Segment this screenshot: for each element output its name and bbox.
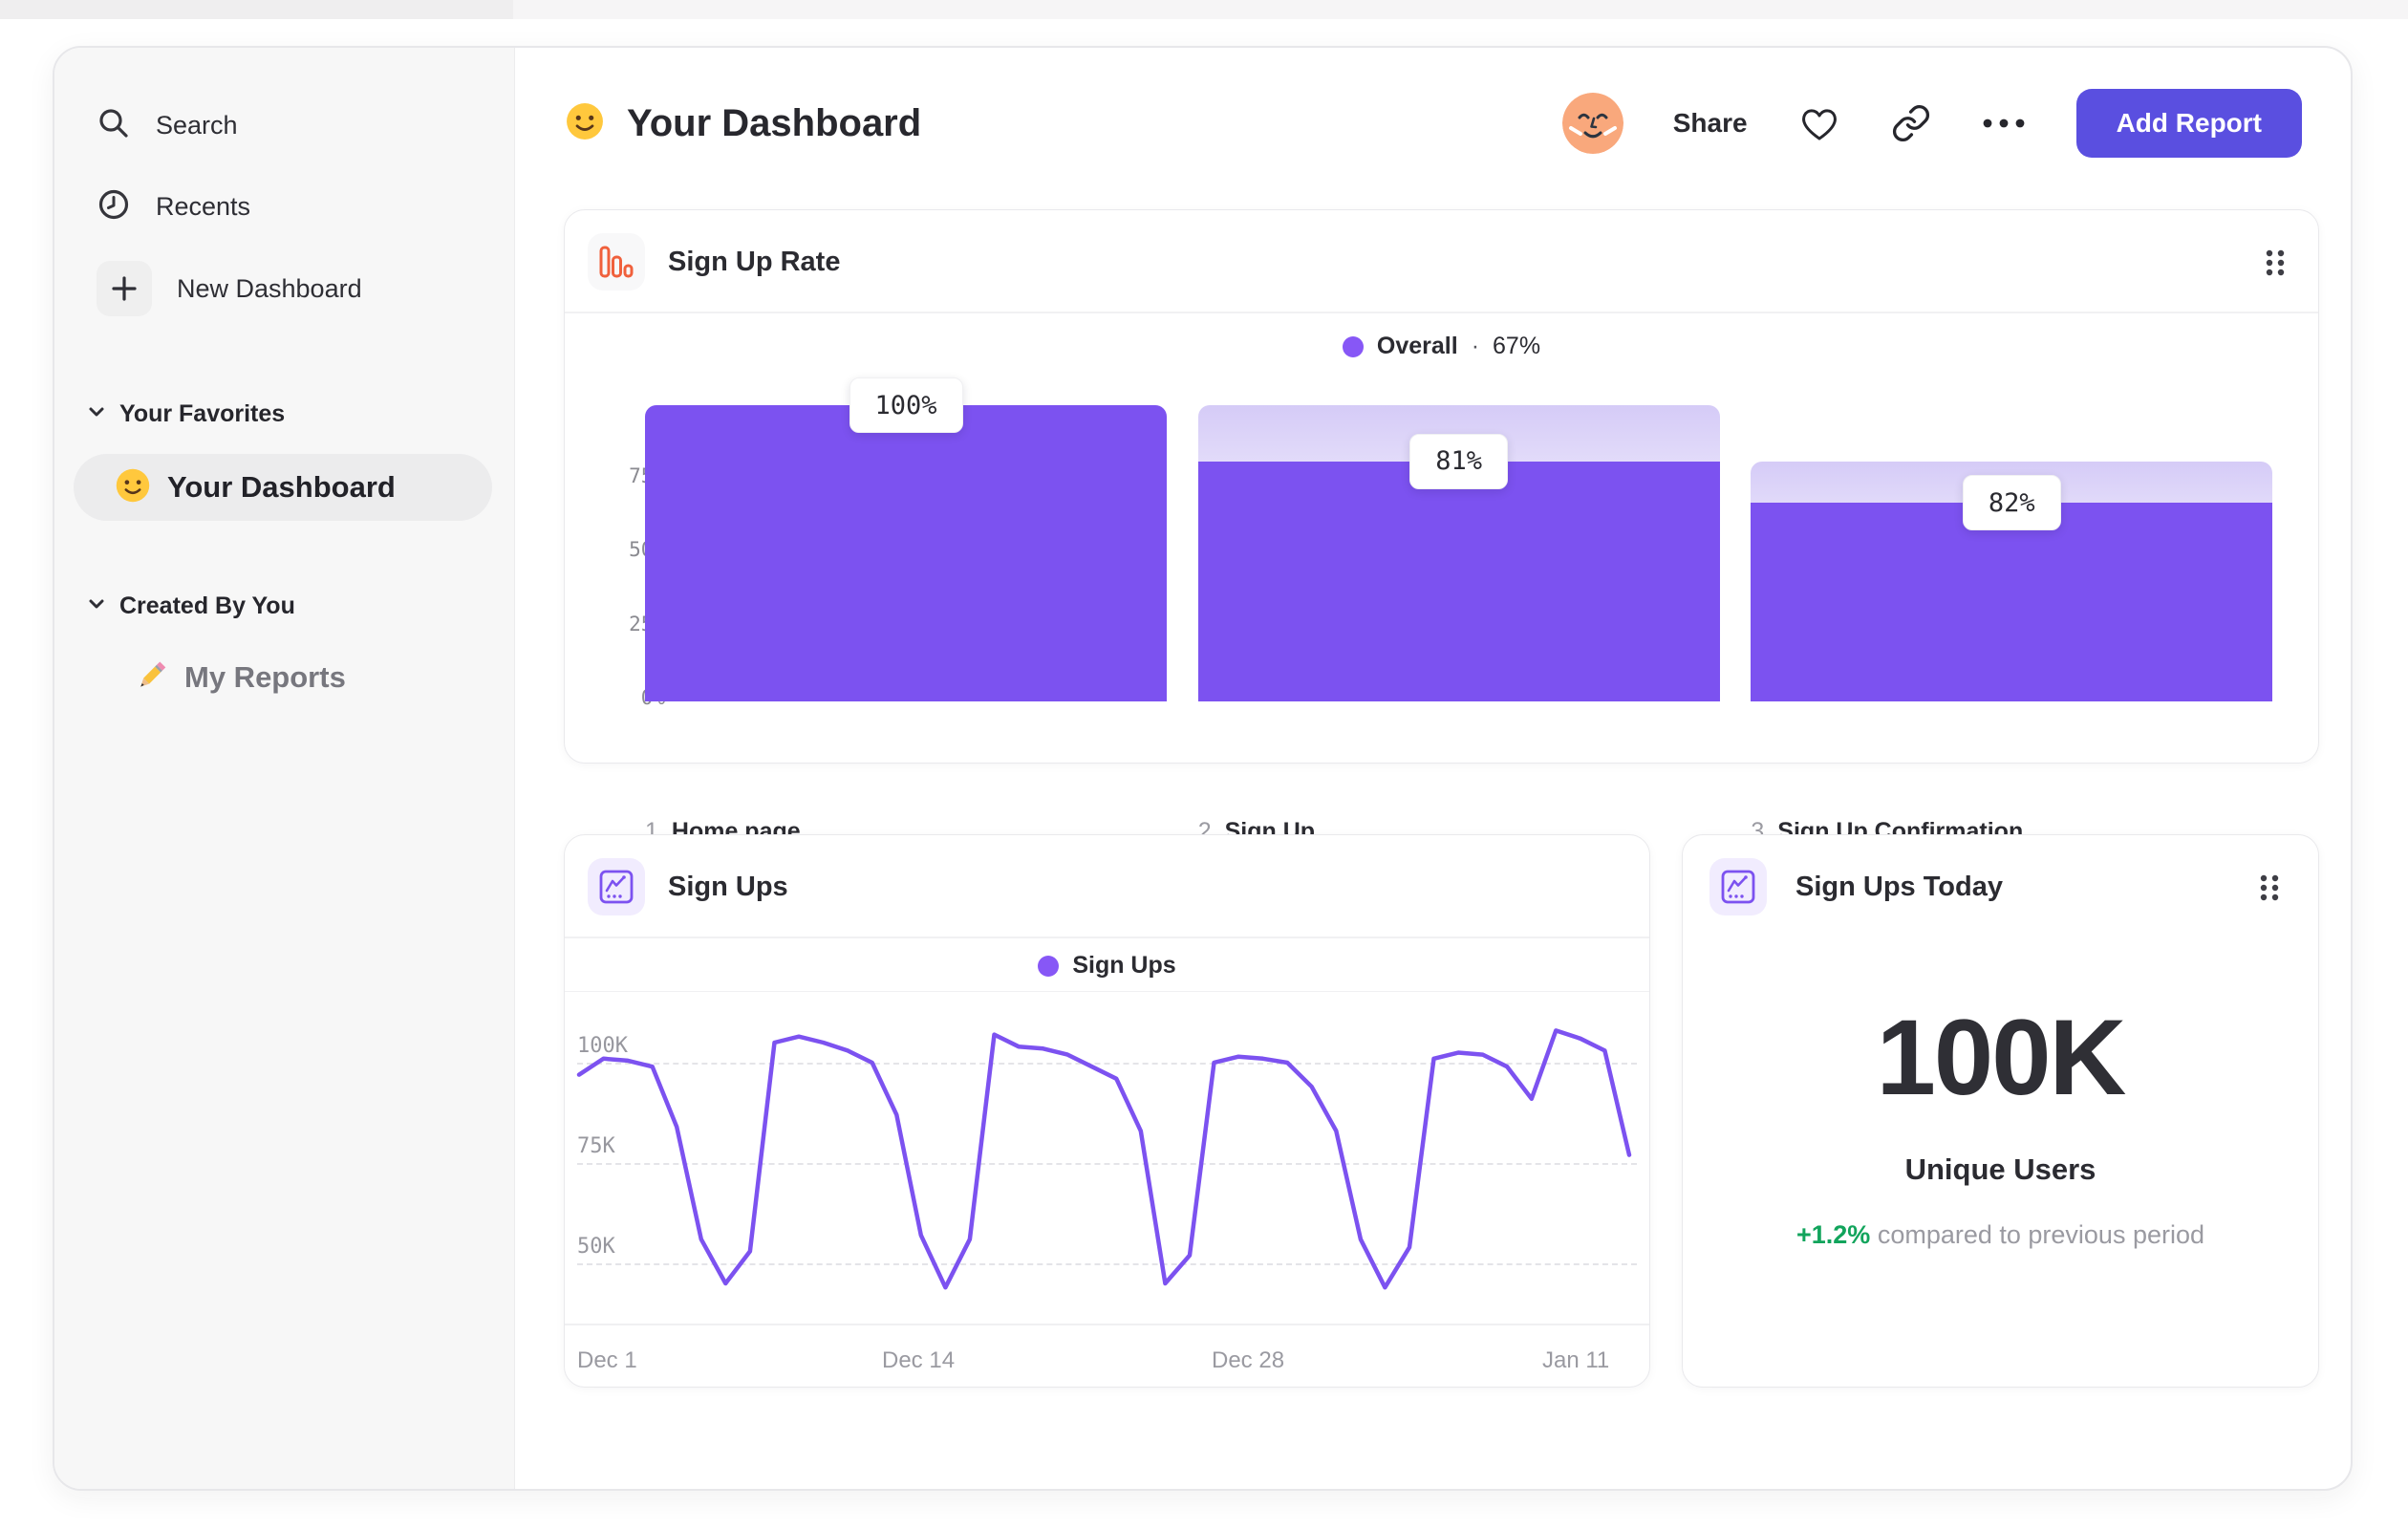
y-axis-tick: 100K	[577, 1034, 628, 1058]
delta-percentage: +1.2%	[1795, 1220, 1871, 1249]
card-title: Sign Ups	[668, 871, 788, 902]
legend-dot-icon	[1038, 955, 1060, 977]
search-icon	[97, 106, 131, 145]
app-window: Search Recents New Dashboard Your Favori…	[53, 46, 2353, 1491]
legend-label: Sign Ups	[1072, 952, 1176, 979]
sidebar-item-label: My Reports	[184, 660, 346, 694]
line-plot: 100K 75K 50K Dec 1 Dec 14 Dec 28 Jan 11	[565, 992, 1649, 1387]
metric-delta: +1.2% compared to previous period	[1683, 1220, 2318, 1250]
sidebar-item-label: Search	[156, 110, 238, 140]
pencil-emoji-icon	[133, 657, 169, 699]
sidebar-section-created-by-you[interactable]: Created By You	[87, 579, 295, 633]
sidebar-item-my-reports[interactable]: My Reports	[133, 651, 346, 704]
drag-handle-icon[interactable]	[2265, 248, 2286, 282]
section-label: Created By You	[119, 592, 295, 619]
sidebar-item-new-dashboard[interactable]: New Dashboard	[97, 261, 362, 316]
metric-label: Unique Users	[1904, 1152, 2096, 1186]
funnel-bar-container[interactable]	[645, 405, 1167, 701]
smiley-emoji-icon	[114, 466, 152, 509]
clock-icon	[97, 187, 131, 226]
page-title-group: Your Dashboard	[564, 94, 921, 153]
page-title: Your Dashboard	[627, 101, 922, 144]
sign-ups-card: Sign Ups Sign Ups 100K 75K 50K Dec 1 Dec 14 D…	[564, 834, 1650, 1388]
card-header: Sign Ups	[565, 835, 1649, 938]
sign-up-rate-card: Sign Up Rate Overall · 67% 75%50%25%0%10…	[564, 209, 2319, 845]
funnel-bar-value-chip: 81%	[1409, 433, 1508, 489]
sidebar-item-your-dashboard[interactable]: Your Dashboard	[74, 454, 492, 521]
link-icon[interactable]	[1891, 103, 1931, 143]
card-header: Sign Ups Today	[1683, 835, 2318, 938]
sidebar-item-label: Your Dashboard	[167, 470, 396, 504]
funnel-bar-value-chip: 82%	[1962, 475, 2061, 531]
delta-note: compared to previous period	[1877, 1220, 2205, 1249]
funnel-bar-fill	[645, 405, 1167, 701]
line-chart-icon	[588, 858, 645, 915]
heart-icon[interactable]	[1797, 103, 1841, 143]
sidebar-item-label: Recents	[156, 191, 251, 221]
sidebar-item-search[interactable]: Search	[97, 99, 238, 151]
plus-icon	[97, 261, 152, 316]
smiley-emoji-icon	[564, 100, 606, 147]
section-label: Your Favorites	[119, 399, 286, 427]
add-report-button[interactable]: Add Report	[2075, 89, 2302, 158]
funnel-bar-value-chip: 100%	[849, 377, 963, 433]
sidebar-section-your-favorites[interactable]: Your Favorites	[87, 387, 285, 441]
drag-handle-icon[interactable]	[2259, 873, 2280, 907]
card-title: Sign Ups Today	[1795, 871, 2003, 902]
sidebar-item-recents[interactable]: Recents	[97, 181, 250, 232]
bar-chart-icon	[588, 233, 645, 291]
sidebar-item-label: New Dashboard	[177, 273, 362, 303]
header-actions: Share Add Report	[1561, 87, 2302, 160]
background-strip	[0, 0, 2408, 19]
card-header: Sign Up Rate	[565, 210, 2318, 313]
ellipsis-icon[interactable]	[1981, 117, 2027, 130]
avatar[interactable]	[1561, 93, 1623, 154]
sidebar: Search Recents New Dashboard Your Favori…	[54, 48, 515, 1489]
chevron-down-icon	[87, 597, 106, 615]
funnel-bar-fill	[1751, 503, 2273, 701]
card-title: Sign Up Rate	[668, 246, 841, 277]
metric-value: 100K	[1876, 998, 2127, 1117]
share-button[interactable]: Share	[1673, 108, 1748, 139]
line-chart-icon	[1709, 858, 1767, 915]
funnel-plot: 75%50%25%0%100%1Home page81%2Sign Up82%3…	[565, 313, 2318, 845]
sign-ups-today-card: Sign Ups Today 100K Unique Users +1.2% c…	[1682, 834, 2319, 1388]
chevron-down-icon	[87, 405, 106, 423]
funnel-bar-fill	[1197, 461, 1720, 701]
sign-ups-line-series	[576, 1028, 1632, 1290]
line-legend: Sign Ups	[565, 940, 1649, 992]
